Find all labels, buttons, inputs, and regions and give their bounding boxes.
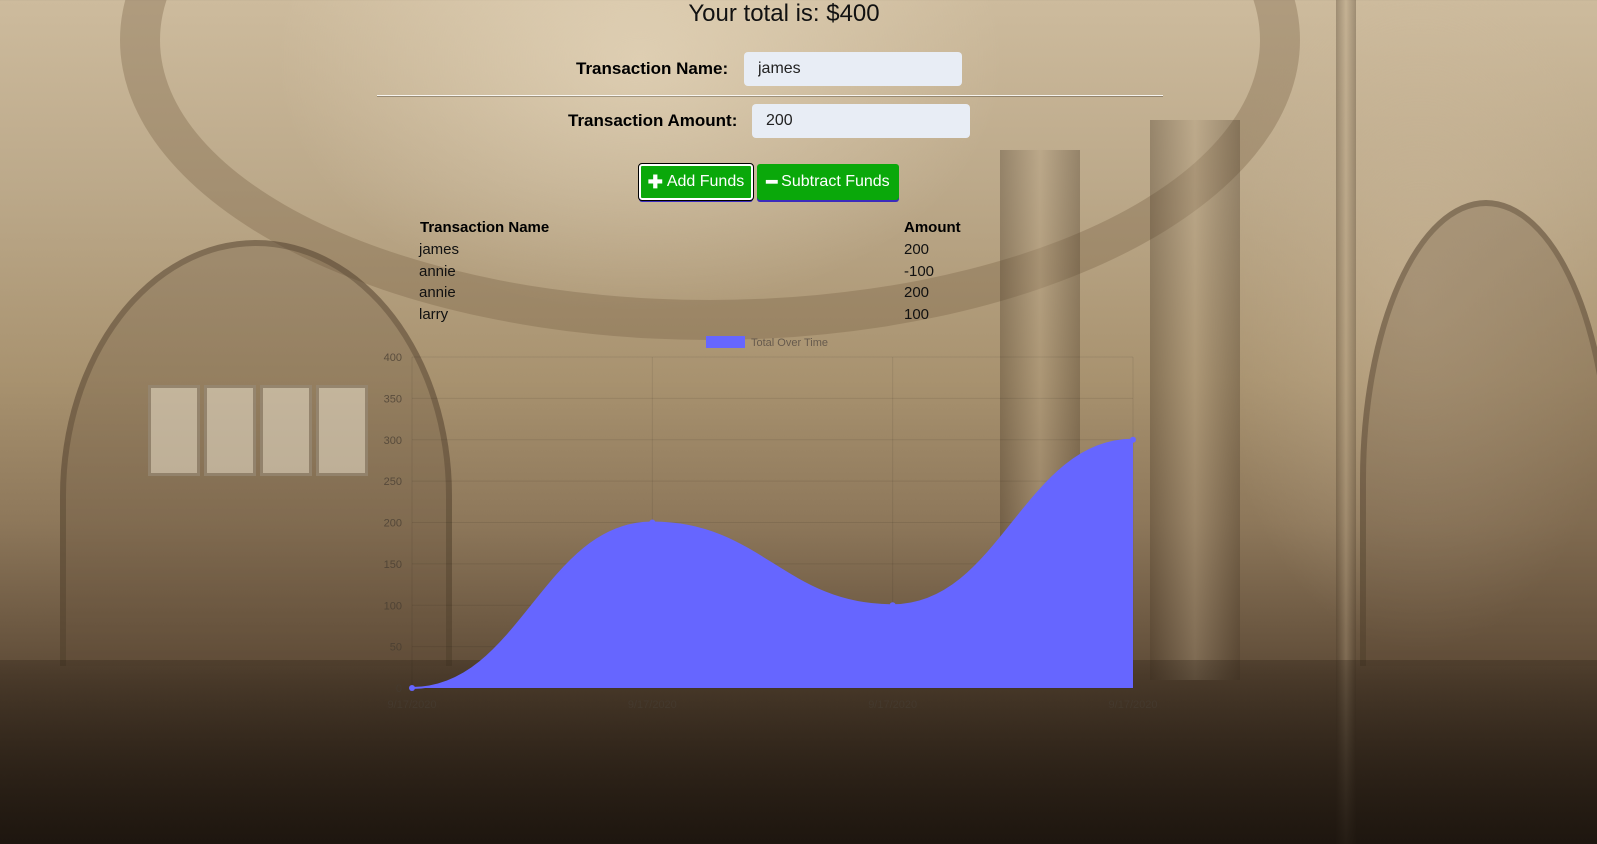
x-tick-label-2: 9/17/2020 bbox=[868, 699, 917, 711]
data-point-3 bbox=[1130, 436, 1136, 443]
data-point-2 bbox=[889, 602, 896, 609]
y-tick-label-200: 200 bbox=[384, 518, 402, 530]
y-tick-label-0: 0 bbox=[396, 683, 402, 695]
data-point-0 bbox=[409, 685, 415, 691]
total-over-time-chart: 0 50 100 150 200 250 300 350 400 9/17/2020 9/17/20… bbox=[384, 336, 1158, 711]
x-tick-label-0: 9/17/2020 bbox=[388, 699, 437, 711]
y-tick-label-350: 350 bbox=[384, 393, 402, 405]
x-tick-label-3: 9/17/2020 bbox=[1109, 699, 1158, 711]
y-tick-label-150: 150 bbox=[384, 559, 402, 571]
y-tick-label-100: 100 bbox=[384, 600, 402, 612]
y-tick-label-300: 300 bbox=[384, 435, 402, 447]
y-tick-label-50: 50 bbox=[390, 642, 402, 654]
legend-label: Total Over Time bbox=[751, 337, 828, 349]
x-tick-label-1: 9/17/2020 bbox=[628, 699, 677, 711]
y-tick-label-400: 400 bbox=[384, 352, 402, 364]
data-point-1 bbox=[649, 519, 656, 526]
y-tick-label-250: 250 bbox=[384, 476, 402, 488]
legend-swatch bbox=[706, 336, 745, 348]
